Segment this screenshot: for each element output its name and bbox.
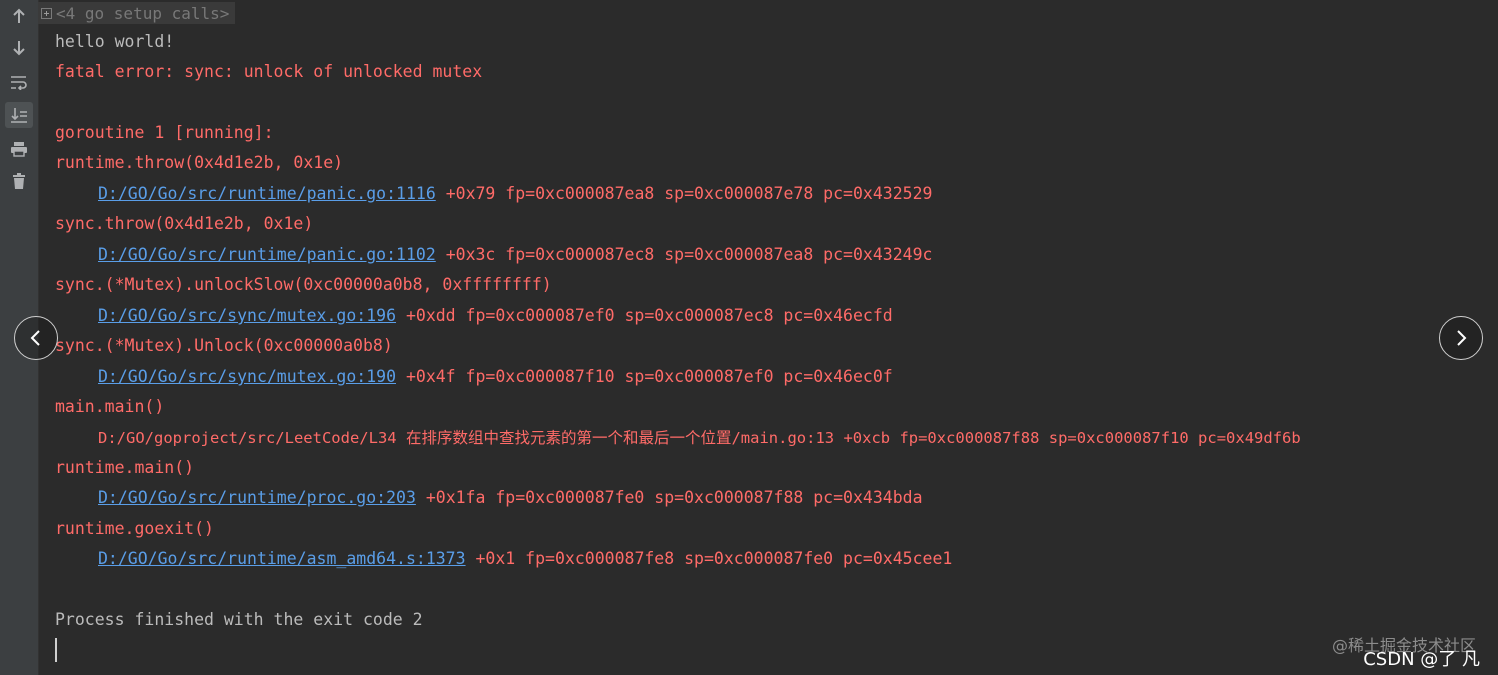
stack-location-line: D:/GO/goproject/src/LeetCode/L34 在排序数组中查… xyxy=(98,423,1301,453)
stack-function: sync.(*Mutex).Unlock(0xc00000a0b8) xyxy=(55,336,393,355)
process-finished-line: Process finished with the exit code 2 xyxy=(55,610,423,629)
down-arrow-icon[interactable] xyxy=(5,35,33,61)
console-output: hello world! fatal error: sync: unlock o… xyxy=(55,0,1498,675)
scroll-to-end-icon[interactable] xyxy=(5,102,33,128)
print-icon[interactable] xyxy=(5,136,33,162)
source-path-cjk: 在排序数组中查找元素的第一个和最后一个位置 xyxy=(405,429,732,447)
expand-fold-icon[interactable] xyxy=(41,7,52,19)
stack-registers: +0x1 fp=0xc000087fe8 sp=0xc000087fe0 pc=… xyxy=(465,549,953,568)
stack-function: runtime.throw(0x4d1e2b, 0x1e) xyxy=(55,153,344,172)
source-link[interactable]: D:/GO/Go/src/sync/mutex.go:190 xyxy=(98,367,396,386)
stack-location-line: D:/GO/Go/src/sync/mutex.go:190 +0x4f fp=… xyxy=(98,362,893,392)
error-line: goroutine 1 [running]: xyxy=(55,123,274,142)
chevron-right-icon xyxy=(1457,330,1467,346)
trash-icon[interactable] xyxy=(5,168,33,194)
source-link[interactable]: D:/GO/Go/src/runtime/panic.go:1102 xyxy=(98,245,436,264)
output-line: hello world! xyxy=(55,32,175,51)
stack-location-line: D:/GO/Go/src/sync/mutex.go:196 +0xdd fp=… xyxy=(98,301,893,331)
stack-location-line: D:/GO/Go/src/runtime/panic.go:1102 +0x3c… xyxy=(98,240,932,270)
source-link[interactable]: D:/GO/Go/src/sync/mutex.go:196 xyxy=(98,306,396,325)
stack-function: runtime.main() xyxy=(55,458,195,477)
stack-location-line: D:/GO/Go/src/runtime/panic.go:1116 +0x79… xyxy=(98,179,932,209)
source-path: D:/GO/goproject/src/LeetCode/L34 xyxy=(98,429,406,447)
stack-registers: +0x79 fp=0xc000087ea8 sp=0xc000087e78 pc… xyxy=(435,184,933,203)
stack-registers: +0xdd fp=0xc000087ef0 sp=0xc000087ec8 pc… xyxy=(396,306,893,325)
stack-location-line: D:/GO/Go/src/runtime/proc.go:203 +0x1fa … xyxy=(98,483,923,513)
previous-button[interactable] xyxy=(14,316,58,360)
text-caret xyxy=(55,638,57,662)
source-link[interactable]: D:/GO/Go/src/runtime/asm_amd64.s:1373 xyxy=(98,549,466,568)
stack-function: sync.(*Mutex).unlockSlow(0xc00000a0b8, 0… xyxy=(55,275,552,294)
error-line: fatal error: sync: unlock of unlocked mu… xyxy=(55,62,483,81)
source-link[interactable]: D:/GO/Go/src/runtime/proc.go:203 xyxy=(98,488,416,507)
stack-registers: +0x4f fp=0xc000087f10 sp=0xc000087ef0 pc… xyxy=(396,367,893,386)
chevron-left-icon xyxy=(30,330,40,346)
soft-wrap-icon[interactable] xyxy=(5,69,33,95)
stack-registers: +0x1fa fp=0xc000087fe0 sp=0xc000087f88 p… xyxy=(415,488,923,507)
stack-function: sync.throw(0x4d1e2b, 0x1e) xyxy=(55,214,314,233)
stack-registers: +0x3c fp=0xc000087ec8 sp=0xc000087ea8 pc… xyxy=(435,245,933,264)
up-arrow-icon[interactable] xyxy=(5,3,33,29)
stack-registers: /main.go:13 +0xcb fp=0xc000087f88 sp=0xc… xyxy=(731,429,1301,447)
next-button[interactable] xyxy=(1439,316,1483,360)
source-link[interactable]: D:/GO/Go/src/runtime/panic.go:1116 xyxy=(98,184,436,203)
stack-function: main.main() xyxy=(55,397,165,416)
stack-function: runtime.goexit() xyxy=(55,519,214,538)
stack-location-line: D:/GO/Go/src/runtime/asm_amd64.s:1373 +0… xyxy=(98,544,952,574)
watermark-csdn: CSDN @了 凡 xyxy=(1363,649,1480,670)
